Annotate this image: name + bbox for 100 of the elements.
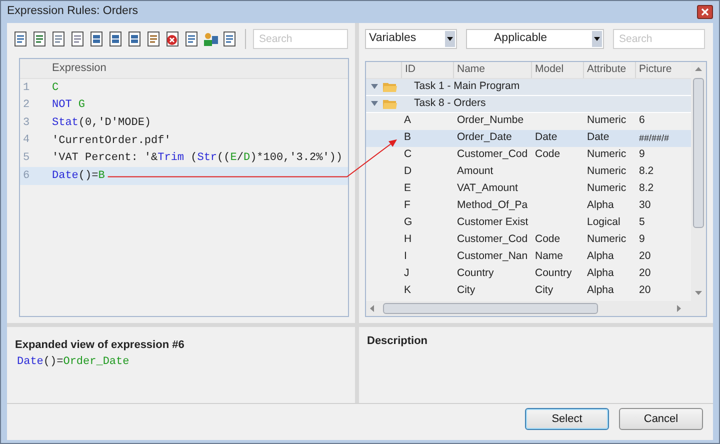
table-cell-text: 6	[638, 113, 646, 128]
table-icon[interactable]	[127, 31, 143, 47]
scroll-left-icon[interactable]	[370, 305, 375, 312]
column-header[interactable]: ID	[401, 62, 453, 78]
column-header[interactable]: Picture	[635, 62, 679, 78]
table-cell-text: Numeric	[586, 113, 628, 128]
document-icon[interactable]	[13, 31, 29, 47]
table-cell-text: Date	[586, 130, 610, 146]
table-cell-text: Customer_Cod	[456, 232, 529, 248]
scroll-right-icon[interactable]	[677, 305, 682, 312]
expanded-triangle-icon[interactable]	[371, 83, 378, 90]
search-field[interactable]: Search	[613, 28, 705, 49]
table-cell-text: 30	[638, 198, 652, 214]
table-cell-text: 5	[638, 215, 646, 230]
table-cell-text: Order_Numbe	[456, 113, 525, 128]
expression-line[interactable]: 3 Stat(0,'D'MODE)	[20, 114, 348, 132]
table-cell-text: Alpha	[586, 249, 615, 264]
expanded-triangle-icon[interactable]	[371, 100, 378, 108]
table-icon[interactable]	[108, 31, 124, 47]
table-cell-text: G	[403, 215, 414, 230]
expression-line[interactable]: 4 'CurrentOrder.pdf'	[20, 132, 348, 150]
table-cell-text: Date	[534, 130, 558, 146]
table-cell-text: Alpha	[586, 198, 615, 214]
table-cell-text: Numeric	[586, 232, 628, 248]
source-dropdown[interactable]: Variables	[365, 28, 457, 49]
variable-row[interactable]: F Method_Of_Pa Alpha 30	[366, 198, 691, 215]
expanded-expression: Date()=Order_Date	[16, 354, 130, 370]
delete-icon[interactable]	[165, 31, 181, 47]
table-cell-text: I	[403, 249, 408, 264]
table-cell-text: Method_Of_Pa	[456, 198, 529, 214]
column-header: Expression	[52, 61, 106, 76]
line-number: 3	[22, 116, 31, 131]
variable-row[interactable]: A Order_Numbe Numeric 6	[366, 112, 691, 130]
dropdown-caret-icon	[445, 30, 455, 47]
search-field[interactable]: Search	[253, 29, 348, 49]
group-label: Task 1 - Main Program	[414, 78, 520, 94]
close-icon	[701, 8, 709, 16]
table-cell-text: E	[403, 181, 412, 196]
section-title: Description	[367, 334, 429, 349]
variable-row[interactable]: B Order_Date Date Date ##/##/#	[366, 130, 691, 147]
table-cell-text: City	[456, 283, 476, 298]
table-cell-text: Customer_Cod	[456, 147, 529, 162]
scroll-up-icon[interactable]	[695, 66, 702, 72]
expression-line[interactable]: 2 NOT G	[20, 96, 348, 114]
variable-row[interactable]: I Customer_Nan Name Alpha 20	[366, 248, 691, 266]
dialog-button[interactable]: Cancel	[619, 408, 703, 430]
variable-row[interactable]: H Customer_Cod Code Numeric 9	[366, 232, 691, 249]
table-cell-text: Amount	[456, 164, 494, 180]
group-label: Task 8 - Orders	[414, 96, 486, 111]
table-cell-text: Customer Exist	[456, 215, 530, 230]
list-icon[interactable]	[184, 31, 200, 47]
scroll-down-icon[interactable]	[695, 291, 702, 296]
variable-row[interactable]: J Country Country Alpha 20	[366, 266, 691, 283]
table-icon[interactable]	[89, 31, 105, 47]
list-icon[interactable]	[222, 31, 238, 47]
folder-icon	[383, 82, 397, 92]
filter-dropdown[interactable]: Applicable	[466, 28, 604, 49]
expression-editor[interactable]: Expression 1 C 2 NOT G 3 Stat(0,'D'MODE) 4 'CurrentOrder.pdf' 5 'VAT Percent: '&Trim (Str((E/D)*100,'3.2%')) 6 Date()=B	[19, 58, 349, 317]
table-cell-text: Country	[456, 266, 495, 282]
column-header[interactable]: Model	[531, 62, 583, 78]
variable-row[interactable]: D Amount Numeric 8.2	[366, 164, 691, 181]
close-button[interactable]	[697, 5, 713, 19]
document-icon[interactable]	[70, 31, 86, 47]
expression-text: Date()=B	[52, 168, 105, 184]
users-icon[interactable]	[203, 31, 219, 47]
expression-text: 'CurrentOrder.pdf'	[52, 134, 171, 149]
group-row[interactable]: Task 1 - Main Program	[366, 78, 691, 96]
column-header[interactable]: Attribute	[583, 62, 635, 78]
table-cell-text: Country	[534, 266, 573, 282]
variable-row[interactable]: E VAT_Amount Numeric 8.2	[366, 180, 691, 198]
variable-row[interactable]: C Customer_Cod Code Numeric 9	[366, 146, 691, 164]
expression-text: Stat(0,'D'MODE)	[52, 116, 152, 131]
table-cell-text: Code	[534, 147, 562, 162]
table-cell-text: 9	[638, 232, 646, 248]
dialog-button[interactable]: Select	[525, 408, 609, 430]
table-cell-text: Order_Date	[456, 130, 513, 146]
table-cell-text: Numeric	[586, 181, 628, 196]
line-number: 6	[22, 168, 31, 184]
document-icon[interactable]	[51, 31, 67, 47]
vertical-scrollbar[interactable]	[691, 62, 706, 301]
table-cell-text: Code	[534, 232, 562, 248]
table-cell-text: K	[403, 283, 412, 298]
table-cell-text: 9	[638, 147, 646, 162]
table-cell-text: City	[534, 283, 554, 298]
variable-row[interactable]: K City City Alpha 20	[366, 282, 691, 300]
table-cell-text: H	[403, 232, 413, 248]
table-cell-text: F	[403, 198, 412, 214]
expression-text: NOT G	[52, 98, 86, 114]
horizontal-scrollbar[interactable]	[366, 301, 706, 316]
document-icon[interactable]	[32, 31, 48, 47]
group-row[interactable]: Task 8 - Orders	[366, 96, 691, 113]
table-cell-text: Alpha	[586, 283, 615, 298]
table-cell-text: Name	[534, 249, 564, 264]
table-cell-text: B	[403, 130, 412, 146]
expression-line[interactable]: 5 'VAT Percent: '&Trim (Str((E/D)*100,'3.2%'))	[20, 149, 348, 167]
variable-row[interactable]: G Customer Exist Logical 5	[366, 214, 691, 232]
column-header[interactable]: Name	[453, 62, 531, 78]
table-cell-text: C	[403, 147, 413, 162]
table-cell-text: 20	[638, 266, 652, 282]
table-cell-text: J	[403, 266, 410, 282]
